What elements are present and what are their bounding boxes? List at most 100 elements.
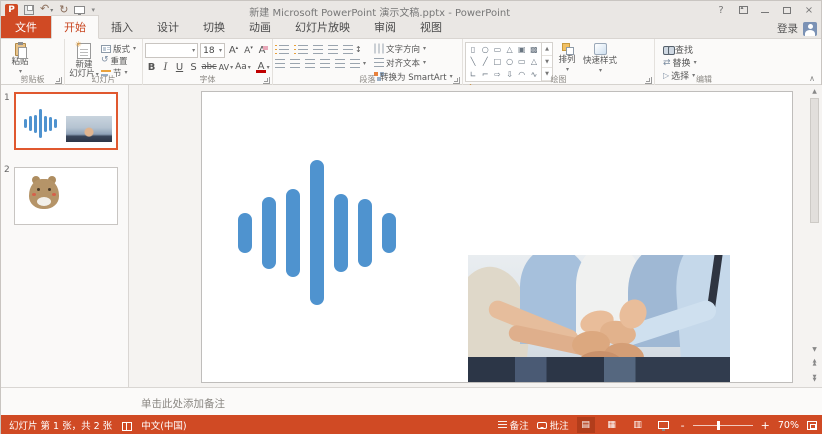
distribute-icon[interactable] <box>335 59 345 68</box>
shape-cell[interactable]: ▭ <box>518 57 526 66</box>
scrollbar-thumb[interactable] <box>810 98 819 223</box>
tab-审阅[interactable]: 审阅 <box>362 16 408 38</box>
tab-视图[interactable]: 视图 <box>408 16 454 38</box>
normal-view-button[interactable]: ▤ <box>577 417 595 433</box>
align-text-button[interactable]: 对齐文本▾ <box>374 57 453 68</box>
columns-button[interactable]: ▾ <box>350 58 366 69</box>
justify-icon[interactable] <box>320 59 330 68</box>
shape-cell[interactable]: ▩ <box>530 45 538 54</box>
previous-slide-icon[interactable]: ▲▲ <box>808 357 821 369</box>
italic-button[interactable]: I <box>159 60 172 74</box>
align-center-icon[interactable] <box>290 59 300 68</box>
vertical-scrollbar[interactable]: ▲ ▼ ▲▲ ▼▼ <box>808 85 821 387</box>
shape-cell[interactable]: ○ <box>482 45 489 54</box>
sign-in-area[interactable]: 登录 <box>777 21 817 36</box>
layout-icon <box>101 45 111 53</box>
increase-indent-icon[interactable] <box>328 45 338 54</box>
line-spacing-button[interactable]: ↕ <box>343 44 362 55</box>
tab-设计[interactable]: 设计 <box>145 16 191 38</box>
shapes-scroll-up-icon[interactable]: ▲ <box>542 43 552 56</box>
shape-cell[interactable]: △ <box>507 45 513 54</box>
language-indicator[interactable]: 中文(中国) <box>141 418 186 432</box>
restore-button[interactable] <box>777 2 797 18</box>
tab-开始[interactable]: 开始 <box>51 15 99 39</box>
start-slideshow-icon[interactable] <box>74 6 85 14</box>
shape-cell[interactable]: ▭ <box>494 45 502 54</box>
notes-pane[interactable]: 单击此处添加备注 <box>1 387 822 415</box>
spellcheck-icon[interactable] <box>122 421 131 430</box>
shape-cell[interactable]: △ <box>531 57 537 66</box>
notes-placeholder[interactable]: 单击此处添加备注 <box>141 396 225 411</box>
font-size-combo[interactable]: 18▾ <box>200 43 225 58</box>
comments-toggle-button[interactable]: 批注 <box>537 418 569 432</box>
notes-toggle-button[interactable]: 备注 <box>498 418 529 432</box>
replace-button[interactable]: ⇄替换▾ <box>663 57 751 68</box>
ribbon-display-options-button[interactable] <box>733 2 753 18</box>
change-case-button[interactable]: Aa▾ <box>235 60 252 74</box>
tab-动画[interactable]: 动画 <box>237 16 283 38</box>
strikethrough-button[interactable]: abc <box>201 60 217 74</box>
fit-slide-to-window-icon[interactable] <box>807 421 817 430</box>
minimize-button[interactable] <box>755 2 775 18</box>
align-text-icon <box>374 58 384 67</box>
tab-幻灯片放映[interactable]: 幻灯片放映 <box>283 16 362 38</box>
shape-cell[interactable]: □ <box>494 57 502 66</box>
next-slide-icon[interactable]: ▼▼ <box>808 373 821 385</box>
scroll-up-icon[interactable]: ▲ <box>808 85 821 97</box>
sign-in-label[interactable]: 登录 <box>777 21 798 36</box>
reading-view-button[interactable]: ▥ <box>629 417 647 433</box>
shadow-button[interactable]: S <box>187 60 200 74</box>
quick-styles-icon <box>594 43 607 55</box>
font-dialog-launcher[interactable] <box>263 77 270 84</box>
shape-cell[interactable]: ▯ <box>471 45 475 54</box>
shape-cell[interactable]: ╲ <box>471 57 476 66</box>
shapes-scroll-down-icon[interactable]: ▼ <box>542 56 552 69</box>
drawing-dialog-launcher[interactable] <box>645 77 652 84</box>
font-name-combo[interactable]: ▾ <box>145 43 198 58</box>
slideshow-view-button[interactable] <box>655 417 673 433</box>
zoom-percentage[interactable]: 70% <box>778 420 799 431</box>
shape-cell[interactable]: ╱ <box>483 57 488 66</box>
numbering-icon[interactable] <box>298 45 308 54</box>
save-icon[interactable] <box>24 5 34 15</box>
zoom-in-button[interactable]: + <box>761 419 770 432</box>
help-button[interactable]: ? <box>711 2 731 18</box>
tab-文件[interactable]: 文件 <box>1 16 51 38</box>
thumbnail-slide-2[interactable] <box>14 167 118 225</box>
bold-button[interactable]: B <box>145 60 158 74</box>
paragraph-dialog-launcher[interactable] <box>453 77 460 84</box>
slide-page[interactable] <box>201 91 793 383</box>
sound-wave-graphic[interactable] <box>238 160 396 305</box>
zoom-out-button[interactable]: - <box>681 419 685 432</box>
grow-font-button[interactable]: A▴ <box>227 44 240 58</box>
character-spacing-button[interactable]: AV▾ <box>218 60 233 74</box>
tab-插入[interactable]: 插入 <box>99 16 145 38</box>
align-right-icon[interactable] <box>305 59 315 68</box>
zoom-slider-thumb[interactable] <box>717 421 720 430</box>
slide-sorter-view-button[interactable]: ▦ <box>603 417 621 433</box>
shape-cell[interactable]: ▣ <box>518 45 526 54</box>
decrease-indent-icon[interactable] <box>313 45 323 54</box>
shape-cell[interactable]: ○ <box>506 57 513 66</box>
underline-button[interactable]: U <box>173 60 186 74</box>
clear-formatting-button[interactable]: A <box>257 44 270 58</box>
scroll-down-icon[interactable]: ▼ <box>808 343 821 355</box>
tab-切换[interactable]: 切换 <box>191 16 237 38</box>
thumbnail-slide-1[interactable] <box>14 92 118 150</box>
clipboard-dialog-launcher[interactable] <box>55 77 62 84</box>
close-button[interactable]: × <box>799 2 819 18</box>
text-direction-icon <box>375 44 384 54</box>
collapse-ribbon-icon[interactable]: ∧ <box>809 74 815 83</box>
find-button[interactable]: 查找 <box>663 44 751 55</box>
bullets-icon[interactable] <box>279 45 289 54</box>
align-left-icon[interactable] <box>275 59 285 68</box>
slide-thumbnail-panel: 1 2 <box>1 85 129 415</box>
zoom-slider[interactable] <box>693 425 753 426</box>
account-person-icon[interactable] <box>803 22 817 36</box>
text-direction-button[interactable]: 文字方向▾ <box>374 43 453 54</box>
layout-button[interactable]: 版式▾ <box>101 43 136 54</box>
team-photo[interactable] <box>468 255 730 382</box>
reset-button[interactable]: ↺重置 <box>101 55 136 66</box>
font-color-button[interactable]: A▾ <box>252 60 270 74</box>
shrink-font-button[interactable]: A▾ <box>242 44 255 58</box>
